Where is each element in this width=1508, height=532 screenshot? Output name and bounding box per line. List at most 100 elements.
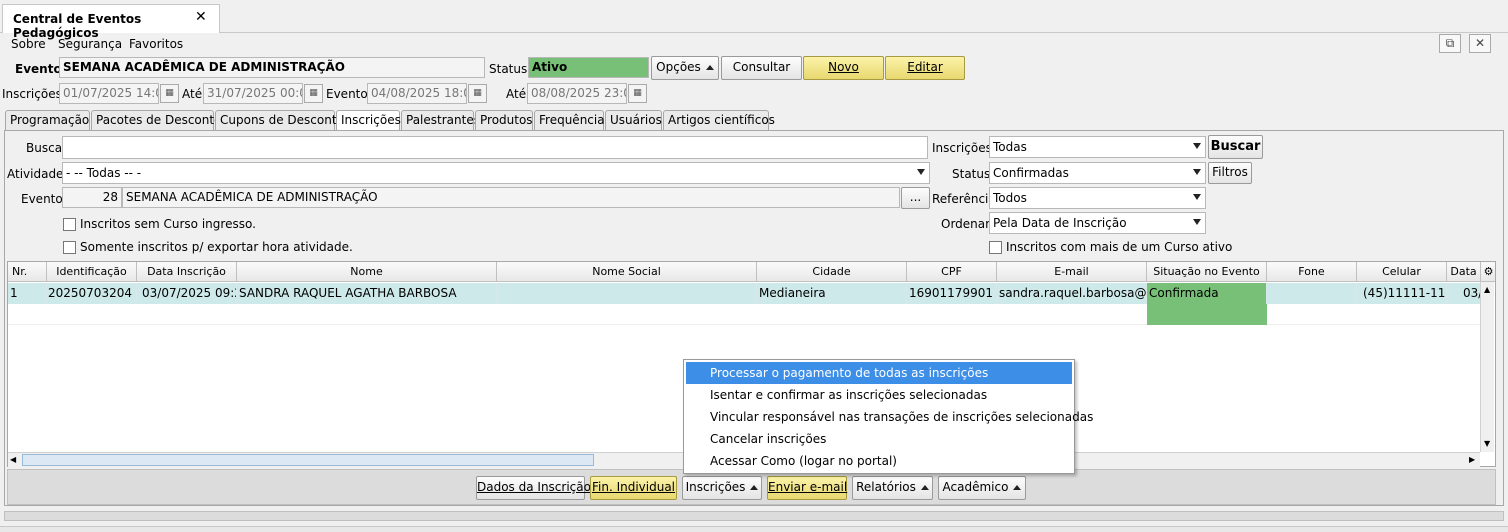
relatorios-button[interactable]: Relatórios xyxy=(852,476,933,500)
event-start-field[interactable]: 04/08/2025 18:00 xyxy=(367,83,467,104)
menu-item-cancelar-inscricoes[interactable]: Cancelar inscrições xyxy=(686,428,1072,450)
opcoes-label: Opções xyxy=(656,60,701,74)
horizontal-scroll-thumb[interactable] xyxy=(22,454,594,466)
status-select[interactable]: Confirmadas xyxy=(989,162,1206,184)
col-header-celular[interactable]: Celular xyxy=(1357,262,1447,282)
calendar-icon[interactable]: ▦ xyxy=(160,84,179,103)
editar-button[interactable]: Editar xyxy=(885,56,965,80)
status-filter-label: Status: xyxy=(952,167,995,181)
popout-icon[interactable]: ⧉ xyxy=(1439,34,1461,53)
caret-up-icon xyxy=(750,485,759,490)
calendar-icon[interactable]: ▦ xyxy=(628,84,647,103)
column-settings-icon[interactable]: ⚙ xyxy=(1481,262,1495,282)
ordenar-select-value: Pela Data de Inscrição xyxy=(993,216,1127,230)
menu-sobre[interactable]: Sobre xyxy=(11,37,46,51)
tab-pacotes[interactable]: Pacotes de Desconto xyxy=(91,110,221,130)
chk-sem-curso[interactable] xyxy=(63,218,76,231)
menu-favoritos[interactable]: Favoritos xyxy=(129,37,183,51)
insc-end-field[interactable]: 31/07/2025 00:00 xyxy=(203,83,303,104)
col-header-email[interactable]: E-mail xyxy=(997,262,1147,282)
filtros-button[interactable]: Filtros xyxy=(1208,162,1252,184)
inscricoes-context-menu: Processar o pagamento de todas as inscri… xyxy=(683,359,1093,474)
chk-mais-curso[interactable] xyxy=(989,241,1002,254)
event-end-field[interactable]: 08/08/2025 23:00 xyxy=(527,83,627,104)
tab-usuarios[interactable]: Usuários xyxy=(605,110,662,130)
atividade-value: - -- Todas -- - xyxy=(66,166,142,180)
dropdown-arrow-icon xyxy=(1193,219,1201,225)
menu-item-processar-pagamento[interactable]: Processar o pagamento de todas as inscri… xyxy=(686,362,1072,384)
ordenar-label: Ordenar: xyxy=(941,217,994,231)
relatorios-label: Relatórios xyxy=(856,480,916,494)
col-header-data[interactable]: Data xyxy=(1447,262,1481,282)
close-window-icon[interactable]: ✕ xyxy=(1469,34,1491,53)
evento-name-field: SEMANA ACADÊMICA DE ADMINISTRAÇÃO xyxy=(122,187,900,208)
opcoes-button[interactable]: Opções xyxy=(651,56,719,80)
inscricoes-select[interactable]: Todas xyxy=(989,136,1206,158)
col-header-nome[interactable]: Nome xyxy=(237,262,497,282)
referencia-select[interactable]: Todos xyxy=(989,187,1206,209)
col-header-identificacao[interactable]: Identificação xyxy=(47,262,137,282)
col-header-data-inscricao[interactable]: Data Inscrição xyxy=(137,262,237,282)
tab-frequencia[interactable]: Frequência xyxy=(534,110,605,130)
academico-button[interactable]: Acadêmico xyxy=(938,476,1026,500)
calendar-icon[interactable]: ▦ xyxy=(304,84,323,103)
cell-fone xyxy=(1267,283,1357,304)
status-label: Status: xyxy=(489,62,532,76)
inscricoes-label: Inscrições: xyxy=(2,87,66,101)
tab-cupons[interactable]: Cupons de Desconto xyxy=(215,110,344,130)
cell-email: sandra.raquel.barbosa@pi... xyxy=(997,283,1147,304)
scroll-up-icon[interactable]: ▲ xyxy=(1484,285,1490,294)
close-tab-icon[interactable]: ✕ xyxy=(195,9,207,25)
buscar-button[interactable]: Buscar xyxy=(1208,135,1263,159)
scroll-left-icon[interactable]: ◀ xyxy=(10,455,16,464)
ordenar-select[interactable]: Pela Data de Inscrição xyxy=(989,212,1206,234)
col-header-situacao[interactable]: Situação no Evento xyxy=(1147,262,1267,282)
menu-item-isentar-confirmar[interactable]: Isentar e confirmar as inscrições seleci… xyxy=(686,384,1072,406)
tab-artigos[interactable]: Artigos científicos xyxy=(663,110,775,130)
menu-item-vincular-responsavel[interactable]: Vincular responsável nas transações de i… xyxy=(686,406,1093,428)
col-header-nr[interactable]: Nr. xyxy=(8,262,47,282)
document-tab[interactable]: Central de Eventos Pedagógicos ✕ xyxy=(2,4,220,40)
cell-nome: SANDRA RAQUEL AGATHA BARBOSA xyxy=(237,283,497,304)
scroll-down-icon[interactable]: ▼ xyxy=(1484,439,1490,448)
tab-programacao[interactable]: Programação xyxy=(5,110,90,130)
novo-button[interactable]: Novo xyxy=(803,56,884,80)
scroll-right-icon[interactable]: ▶ xyxy=(1469,455,1475,464)
calendar-icon[interactable]: ▦ xyxy=(468,84,487,103)
menu-seguranca[interactable]: Segurança xyxy=(58,37,122,51)
chk-sem-curso-label: Inscritos sem Curso ingresso. xyxy=(80,217,256,231)
col-header-fone[interactable]: Fone xyxy=(1267,262,1357,282)
caret-up-icon xyxy=(920,485,929,490)
insc-start-field[interactable]: 01/07/2025 14:01 xyxy=(59,83,159,104)
dados-inscricao-button[interactable]: Dados da Inscrição xyxy=(476,476,591,500)
enviar-email-button[interactable]: Enviar e-mail xyxy=(767,476,847,500)
caret-up-icon xyxy=(705,65,714,70)
cell-data-inscricao: 03/07/2025 09:24 xyxy=(137,283,237,304)
status-badge: Ativo xyxy=(528,57,649,78)
cell-cpf: 16901179901 xyxy=(907,283,997,304)
vertical-scrollbar[interactable]: ▲ ▼ xyxy=(1480,282,1494,452)
dropdown-arrow-icon xyxy=(1193,169,1201,175)
evento-lookup-button[interactable]: ... xyxy=(901,187,930,209)
menu-item-acessar-como[interactable]: Acessar Como (logar no portal) xyxy=(686,450,1072,472)
table-row-empty[interactable] xyxy=(8,304,1481,325)
document-tabbar xyxy=(0,0,1508,33)
atividade-select[interactable]: - -- Todas -- - xyxy=(62,162,930,184)
col-header-nome-social[interactable]: Nome Social xyxy=(497,262,757,282)
tab-inscricoes[interactable]: Inscrições xyxy=(336,110,401,131)
status-bar xyxy=(0,526,1508,532)
chk-hora-atividade[interactable] xyxy=(63,241,76,254)
fin-individual-button[interactable]: Fin. Individual xyxy=(590,476,677,500)
tab-palestrantes[interactable]: Palestrantes xyxy=(401,110,480,130)
evento-filter-label: Evento: xyxy=(21,192,67,206)
menu-bar: Sobre Segurança Favoritos xyxy=(0,33,1508,54)
inscricoes-menu-button[interactable]: Inscrições xyxy=(682,476,762,500)
table-row[interactable]: 1 20250703204 03/07/2025 09:24 SANDRA RA… xyxy=(8,283,1481,304)
busca-input[interactable] xyxy=(62,136,928,159)
col-header-cidade[interactable]: Cidade xyxy=(757,262,907,282)
consultar-button[interactable]: Consultar xyxy=(721,56,802,80)
cell-situacao-empty xyxy=(1147,304,1267,325)
cell-celular: (45)11111-1111 xyxy=(1357,283,1447,304)
col-header-cpf[interactable]: CPF xyxy=(907,262,997,282)
tab-produtos[interactable]: Produtos xyxy=(475,110,533,130)
